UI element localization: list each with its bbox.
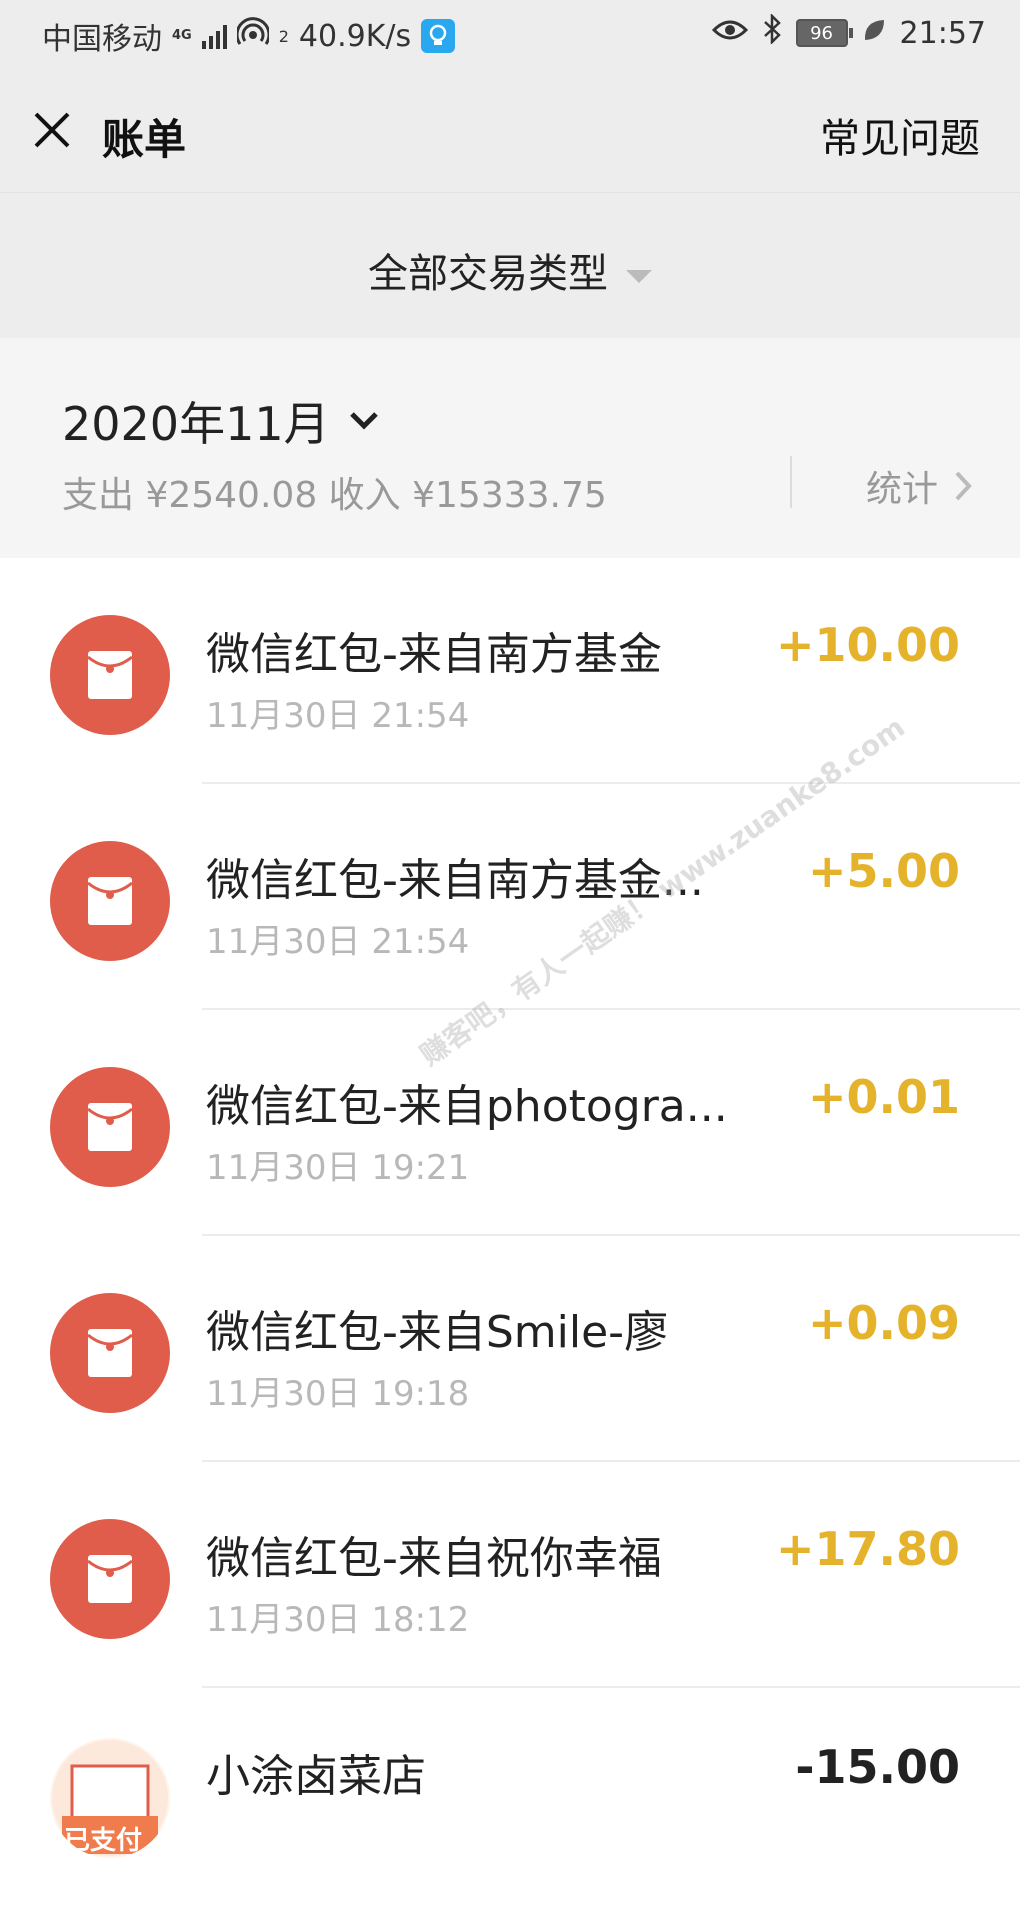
transaction-amount: -15.00 <box>795 1740 960 1794</box>
transaction-row[interactable]: 微信红包-来自Smile-廖 11月30日 19:18 +0.09 <box>0 1236 1020 1462</box>
red-packet-icon <box>50 615 170 735</box>
status-left: 中国移动 4G 2 40.9K/s <box>42 14 456 58</box>
red-packet-icon <box>50 1519 170 1639</box>
network-type-label: 4G <box>172 28 192 43</box>
bulb-icon <box>421 19 456 53</box>
transaction-amount: +0.01 <box>807 1070 960 1124</box>
transaction-title: 小涂卤菜店 <box>206 1751 426 1802</box>
close-icon[interactable] <box>30 108 74 152</box>
transaction-type-filter[interactable]: 全部交易类型 <box>0 241 1020 299</box>
bluetooth-icon <box>762 12 782 52</box>
transaction-title: 微信红包-来自祝你幸福 <box>206 1533 662 1584</box>
red-packet-icon <box>50 1067 170 1187</box>
transaction-row[interactable]: 微信红包-来自祝你幸福 11月30日 18:12 +17.80 <box>0 1462 1020 1688</box>
transaction-title: 微信红包-来自photogra... <box>206 1081 728 1132</box>
transaction-time: 11月30日 21:54 <box>206 922 470 962</box>
filter-bar: 全部交易类型 <box>0 192 1020 339</box>
month-summary-section: 2020年11月 支出 ¥2540.08 收入 ¥15333.75 统计 <box>0 338 1020 558</box>
triangle-down-icon <box>626 269 652 283</box>
stats-label: 统计 <box>865 469 938 510</box>
transaction-time: 11月30日 19:18 <box>206 1374 470 1414</box>
status-bar: 中国移动 4G 2 40.9K/s 96 21:57 <box>0 0 1020 70</box>
month-summary-text: 支出 ¥2540.08 收入 ¥15333.75 <box>62 475 607 516</box>
transaction-time: 11月30日 21:54 <box>206 696 470 736</box>
network-speed: 40.9K/s <box>298 18 412 54</box>
transaction-time: 11月30日 18:12 <box>206 1600 470 1640</box>
transaction-amount: +0.09 <box>807 1296 960 1350</box>
hotspot-count: 2 <box>278 26 289 46</box>
red-packet-icon <box>50 841 170 961</box>
transaction-row[interactable]: 已支付 小涂卤菜店 -15.00 <box>0 1688 1020 1914</box>
eye-icon <box>711 16 748 51</box>
clock-time: 21:57 <box>899 15 986 51</box>
chevron-down-icon <box>349 412 378 430</box>
transaction-amount: +10.00 <box>775 618 960 672</box>
transaction-row[interactable]: 微信红包-来自photogra... 11月30日 19:21 +0.01 <box>0 1010 1020 1236</box>
transaction-amount: +5.00 <box>807 844 960 898</box>
paid-stamp-text: 已支付 <box>64 1826 143 1856</box>
transaction-time: 11月30日 19:21 <box>206 1148 470 1188</box>
transaction-title: 微信红包-来自Smile-廖 <box>206 1307 669 1358</box>
page-title: 账单 <box>102 115 187 164</box>
transaction-title: 微信红包-来自南方基金 <box>206 629 662 680</box>
month-label: 2020年11月 <box>62 397 330 451</box>
red-packet-icon <box>50 1293 170 1413</box>
leaf-icon <box>862 16 886 51</box>
month-picker[interactable]: 2020年11月 <box>62 388 380 454</box>
title-bar: 账单 常见问题 <box>0 70 1020 192</box>
carrier-label: 中国移动 <box>42 22 162 57</box>
hotspot-icon <box>235 17 271 55</box>
battery-icon: 96 <box>795 19 853 47</box>
transaction-amount: +17.80 <box>775 1522 960 1576</box>
filter-label: 全部交易类型 <box>368 251 608 297</box>
summary-divider <box>790 456 792 508</box>
stats-link[interactable]: 统计 <box>866 460 972 512</box>
faq-link[interactable]: 常见问题 <box>820 106 980 164</box>
chevron-right-icon <box>955 471 972 501</box>
signal-icon <box>201 23 227 49</box>
status-right: 96 21:57 <box>711 12 986 52</box>
paid-stamp-icon: 已支付 <box>50 1738 170 1858</box>
